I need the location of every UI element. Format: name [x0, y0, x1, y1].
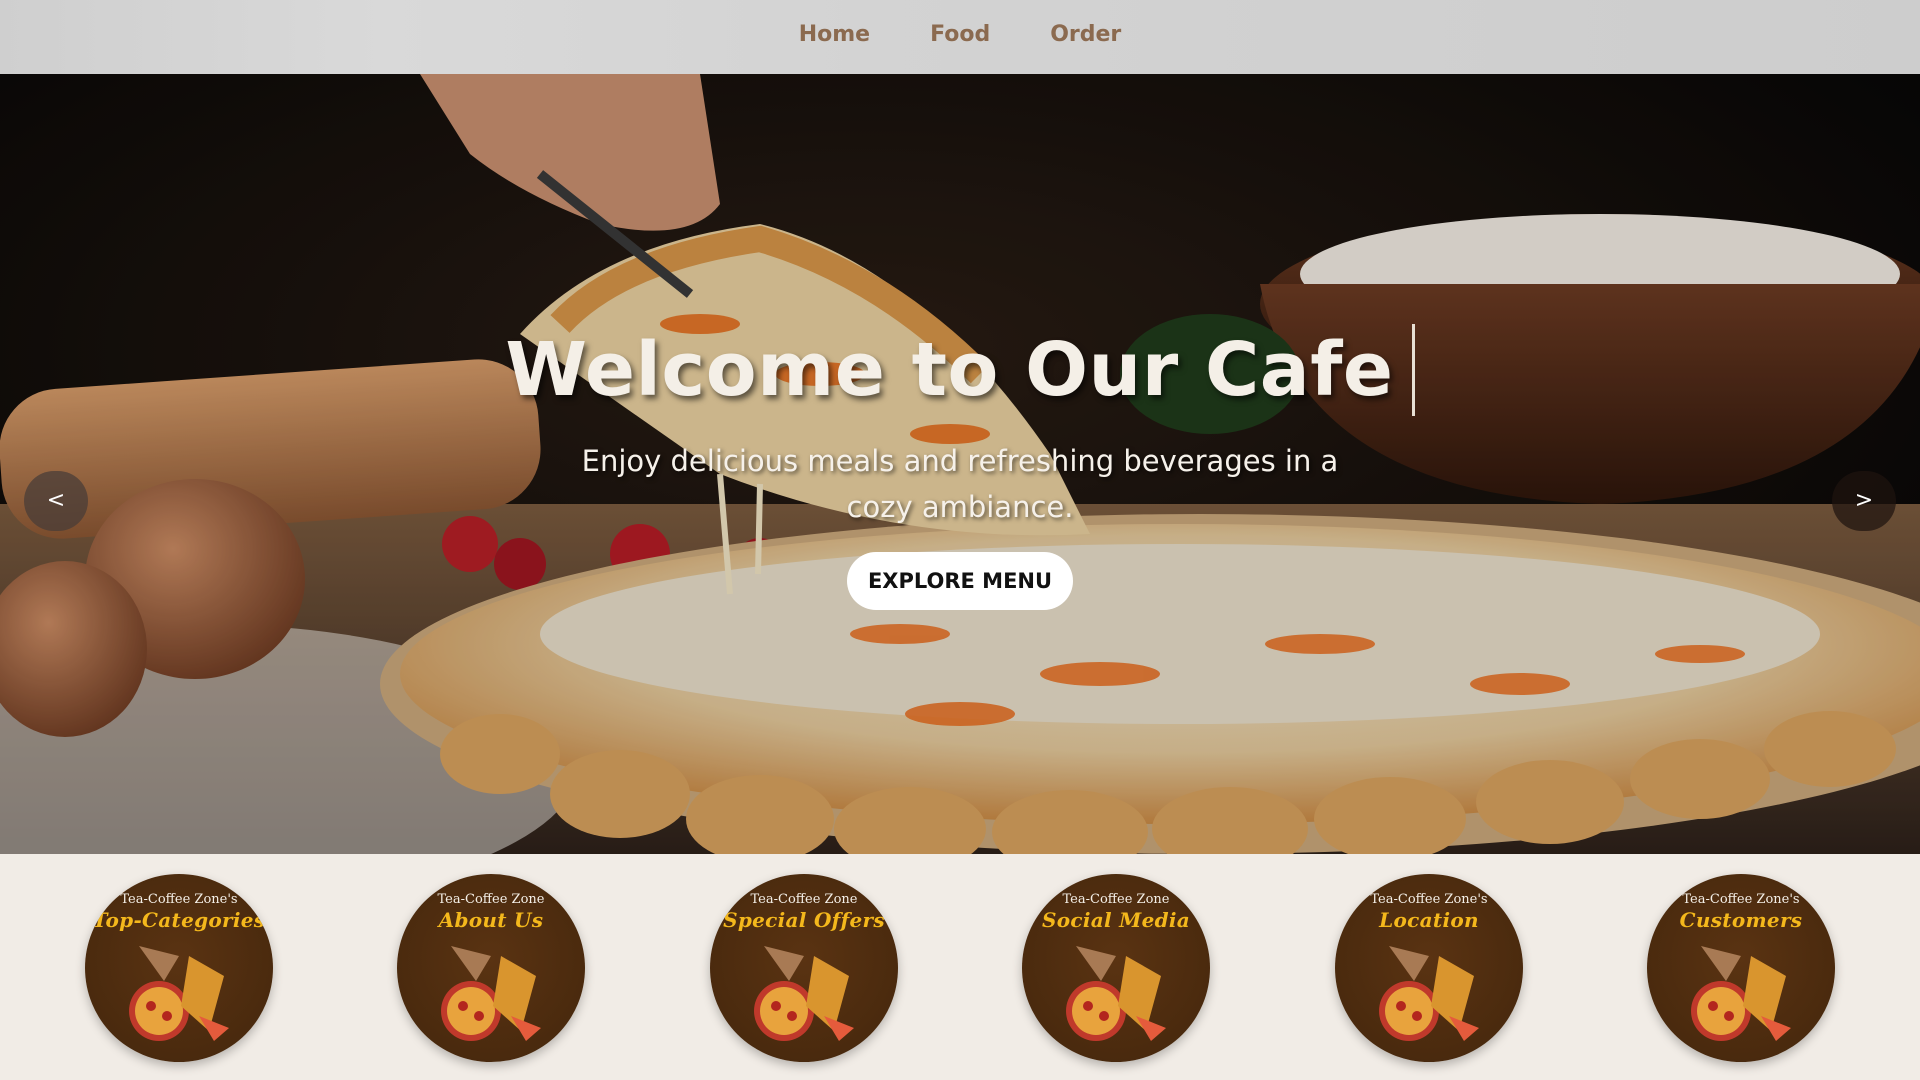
- nav-link-home[interactable]: Home: [799, 22, 870, 51]
- food-collage-icon: [1379, 946, 1479, 1041]
- nav-link-food[interactable]: Food: [930, 22, 990, 51]
- category-title: Social Media: [1041, 908, 1191, 932]
- food-collage-icon: [1066, 946, 1166, 1041]
- food-collage-icon: [441, 946, 541, 1041]
- nav-link-order[interactable]: Order: [1050, 22, 1121, 51]
- hero-content: Welcome to Our Cafe Enjoy delicious meal…: [460, 324, 1460, 610]
- hero-subtitle: Enjoy delicious meals and refreshing bev…: [581, 444, 1339, 524]
- category-location[interactable]: Tea-Coffee Zone's Location: [1335, 874, 1523, 1062]
- food-collage-icon: [129, 946, 229, 1041]
- category-title: Location: [1379, 908, 1479, 932]
- category-strip: Tea-Coffee Zone's Top-Categories Tea-Cof…: [0, 854, 1920, 1080]
- carousel-prev-button[interactable]: <: [24, 471, 88, 531]
- hero-title: Welcome to Our Cafe: [505, 324, 1415, 416]
- category-title: About Us: [438, 908, 544, 932]
- category-social-media[interactable]: Tea-Coffee Zone Social Media: [1022, 874, 1210, 1062]
- food-collage-icon: [754, 946, 854, 1041]
- category-brand: Tea-Coffee Zone's: [1682, 892, 1800, 907]
- hero-carousel: Welcome to Our Cafe Enjoy delicious meal…: [0, 74, 1920, 854]
- category-title: Top-Categories: [92, 908, 266, 932]
- category-top-categories[interactable]: Tea-Coffee Zone's Top-Categories: [85, 874, 273, 1062]
- category-title: Customers: [1679, 908, 1803, 932]
- category-brand: Tea-Coffee Zone's: [120, 892, 238, 907]
- category-brand: Tea-Coffee Zone: [750, 892, 858, 907]
- category-about-us[interactable]: Tea-Coffee Zone About Us: [397, 874, 585, 1062]
- food-collage-icon: [1691, 946, 1791, 1041]
- top-navbar: Home Food Order: [0, 0, 1920, 74]
- carousel-next-button[interactable]: >: [1832, 471, 1896, 531]
- category-brand: Tea-Coffee Zone: [1062, 892, 1170, 907]
- explore-menu-button[interactable]: EXPLORE MENU: [847, 552, 1073, 610]
- category-brand: Tea-Coffee Zone: [437, 892, 545, 907]
- category-brand: Tea-Coffee Zone's: [1370, 892, 1488, 907]
- category-title: Special Offers: [723, 908, 885, 932]
- category-customers[interactable]: Tea-Coffee Zone's Customers: [1647, 874, 1835, 1062]
- category-special-offers[interactable]: Tea-Coffee Zone Special Offers: [710, 874, 898, 1062]
